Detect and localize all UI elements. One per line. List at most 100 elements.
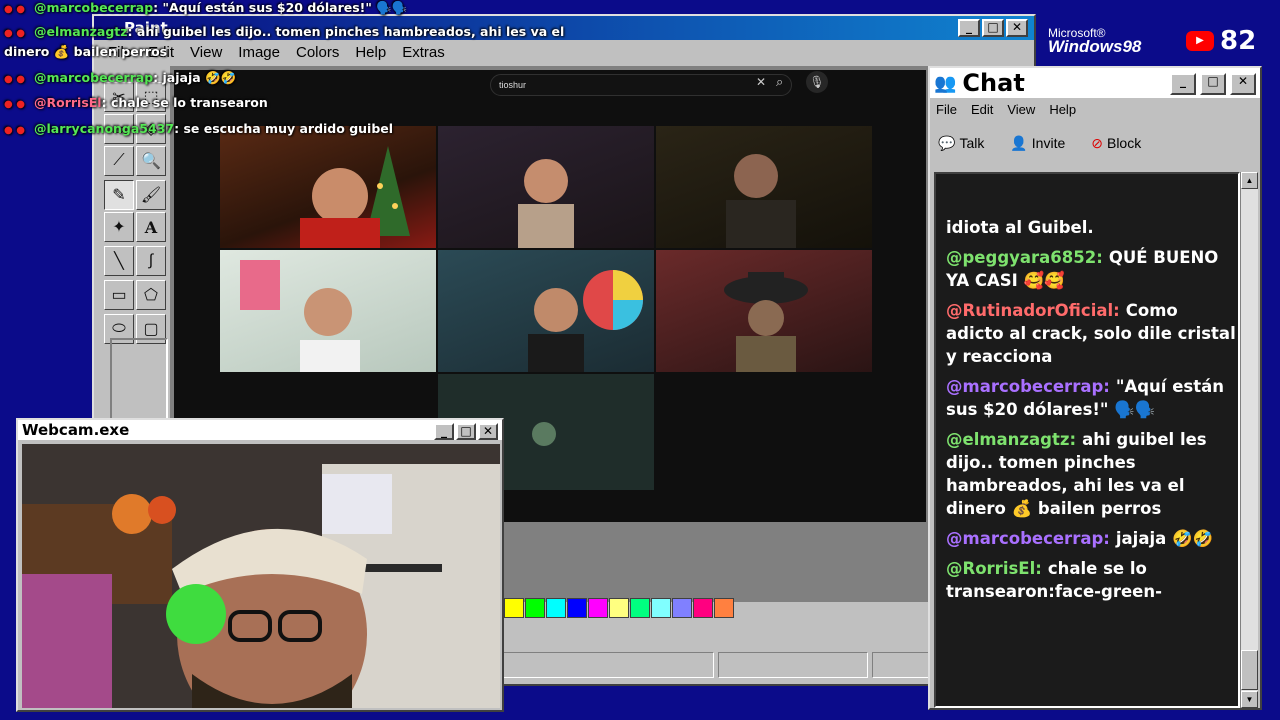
invite-button[interactable]: 👤 Invite <box>1010 135 1065 152</box>
overlay-chat-user: @larrycanonga5437 <box>34 121 175 136</box>
polygon-icon[interactable]: ⬠ <box>136 280 166 310</box>
video-tile-2 <box>438 126 654 248</box>
overlay-chat-line: ● ● @elmanzagtz: ahi guibel les dijo.. to… <box>4 24 564 39</box>
webcam-minimize-button[interactable]: _ <box>434 423 454 440</box>
windows98-logo: Microsoft® Windows98 <box>1048 26 1141 57</box>
palette-swatch[interactable] <box>630 598 650 618</box>
chat-minimize-button[interactable]: _ <box>1170 73 1196 95</box>
streamer-image <box>22 444 500 708</box>
menu-help[interactable]: Help <box>347 42 394 64</box>
brush-icon[interactable]: 🖌 <box>136 180 166 210</box>
scroll-up-icon[interactable]: ▲ <box>1241 172 1258 189</box>
youtube-search-input[interactable]: tioshur <box>490 74 792 96</box>
palette-swatch[interactable] <box>525 598 545 618</box>
chat-close-button[interactable]: ✕ <box>1230 73 1256 95</box>
invite-icon: 👤 <box>1010 134 1028 151</box>
chat-maximize-button[interactable]: □ <box>1200 73 1226 95</box>
overlay-chat-user: @RorrisEl <box>34 95 102 110</box>
chat-message: idiota al Guibel. <box>946 216 1236 239</box>
chat-messages-area[interactable]: idiota al Guibel. @peggyara6852: QUÉ BUENO… <box>934 172 1240 708</box>
invite-label: Invite <box>1031 135 1066 151</box>
palette-swatch[interactable] <box>588 598 608 618</box>
scroll-down-icon[interactable]: ▼ <box>1241 691 1258 708</box>
overlay-chat-line: ● ● @marcobecerrap: "Aquí están sus $20 d… <box>4 0 407 16</box>
chat-toolbar: 💬 Talk 👤 Invite ⊘ Block <box>938 130 1141 156</box>
palette-swatch[interactable] <box>609 598 629 618</box>
chat-menu-help[interactable]: Help <box>1049 102 1076 117</box>
overlay-chat-line: dinero 💰 bailen perros <box>4 44 167 60</box>
windows98-text: Windows98 <box>1048 37 1142 56</box>
paint-menubar: File Edit View Image Colors Help Extras <box>94 42 1034 64</box>
palette-swatch[interactable] <box>693 598 713 618</box>
menu-colors[interactable]: Colors <box>288 42 347 64</box>
overlay-chat-line: ● ● @larrycanonga5437: se escucha muy ard… <box>4 121 393 136</box>
webcam-close-button[interactable]: ✕ <box>478 423 498 440</box>
video-tile-3 <box>656 126 872 248</box>
block-button[interactable]: ⊘ Block <box>1091 135 1141 152</box>
overlay-chat-text: : chale se lo transearon <box>101 95 268 110</box>
christmas-tree-icon <box>300 146 410 248</box>
overlay-chat-text: : se escucha muy ardido guibel <box>174 121 394 136</box>
close-button[interactable]: ✕ <box>1006 19 1028 37</box>
youtube-icon: ▶ <box>1186 31 1214 51</box>
chat-message-list: idiota al Guibel. @peggyara6852: QUÉ BUENO… <box>946 216 1236 610</box>
line-icon[interactable]: ╲ <box>104 246 134 276</box>
palette-swatch[interactable] <box>651 598 671 618</box>
search-icon[interactable]: ⌕ <box>776 74 783 90</box>
badge-icon: ● ● <box>4 74 25 85</box>
mic-icon[interactable]: 🎙 <box>806 71 828 93</box>
viewer-count-badge: ▶ 82 <box>1186 26 1256 56</box>
palette-swatch[interactable] <box>504 598 524 618</box>
palette-swatch[interactable] <box>714 598 734 618</box>
chat-username[interactable]: @RutinadorOficial: <box>946 301 1120 320</box>
webcam-maximize-button[interactable]: □ <box>456 423 476 440</box>
chat-message: @marcobecerrap: jajaja 🤣🤣 <box>946 527 1236 550</box>
overlay-chat-text: dinero 💰 bailen perros <box>4 44 168 59</box>
video-tile-6 <box>656 250 872 372</box>
chat-menu-edit[interactable]: Edit <box>971 102 993 117</box>
clear-icon[interactable]: ✕ <box>756 75 766 89</box>
block-icon: ⊘ <box>1091 134 1103 151</box>
rectangle-icon[interactable]: ▭ <box>104 280 134 310</box>
badge-icon: ● ● <box>4 125 25 136</box>
overlay-chat-line: ● ● @RorrisEl: chale se lo transearon <box>4 95 268 110</box>
menu-view[interactable]: View <box>182 42 230 64</box>
scroll-thumb[interactable] <box>1241 650 1258 690</box>
chat-text: idiota al Guibel. <box>946 218 1094 237</box>
chat-scrollbar[interactable]: ▲ ▼ <box>1240 172 1258 708</box>
webcam-titlebar[interactable]: Webcam.exe <box>18 420 502 440</box>
chat-menu-file[interactable]: File <box>936 102 957 117</box>
badge-icon: ● ● <box>4 28 25 39</box>
badge-icon: ● ● <box>4 99 25 110</box>
palette-swatch[interactable] <box>567 598 587 618</box>
chat-username[interactable]: @marcobecerrap: <box>946 529 1110 548</box>
chat-username[interactable]: @peggyara6852: <box>946 248 1103 267</box>
magnifier-icon[interactable]: 🔍 <box>136 146 166 176</box>
chat-message: @marcobecerrap: "Aquí están sus $20 dólar… <box>946 375 1236 421</box>
chat-username[interactable]: @RorrisEl: <box>946 559 1042 578</box>
palette-swatch[interactable] <box>546 598 566 618</box>
chat-text: jajaja 🤣🤣 <box>1115 529 1214 548</box>
talk-button[interactable]: 💬 Talk <box>938 135 984 152</box>
menu-image[interactable]: Image <box>230 42 288 64</box>
minimize-button[interactable]: _ <box>958 19 980 37</box>
menu-extras[interactable]: Extras <box>394 42 453 64</box>
overlay-chat-text: : ahi guibel les dijo.. tomen pinches ha… <box>127 24 565 39</box>
curve-icon[interactable]: ∫ <box>136 246 166 276</box>
chat-username[interactable]: @marcobecerrap: <box>946 377 1110 396</box>
chat-message: @RorrisEl: chale se lo transearon:face-gr… <box>946 557 1236 603</box>
text-icon[interactable]: A <box>136 212 166 242</box>
chat-title: Chat <box>962 69 1025 97</box>
chat-username[interactable]: @elmanzagtz: <box>946 430 1076 449</box>
pencil-icon[interactable]: ✎ <box>104 180 134 210</box>
maximize-button[interactable]: □ <box>982 19 1004 37</box>
webcam-title: Webcam.exe <box>22 421 130 439</box>
airbrush-icon[interactable]: ✦ <box>104 212 134 242</box>
chat-message: @RutinadorOficial: Como adicto al crack, … <box>946 299 1236 368</box>
color-palette <box>504 598 734 618</box>
color-picker-icon[interactable]: ⟋ <box>104 146 134 176</box>
palette-swatch[interactable] <box>672 598 692 618</box>
chat-menu-view[interactable]: View <box>1007 102 1035 117</box>
video-tile-1 <box>220 126 436 248</box>
block-label: Block <box>1106 135 1142 151</box>
